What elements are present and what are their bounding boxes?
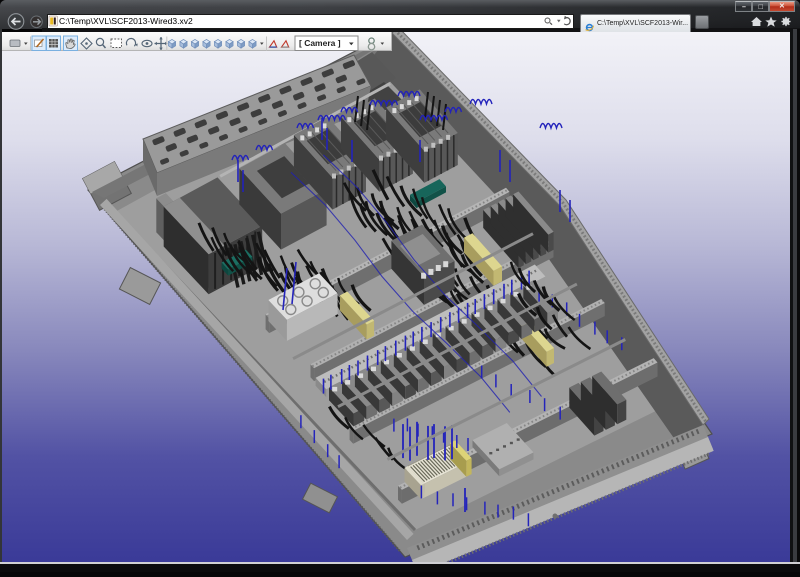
svg-text:[ Camera ]: [ Camera ] <box>299 38 341 48</box>
